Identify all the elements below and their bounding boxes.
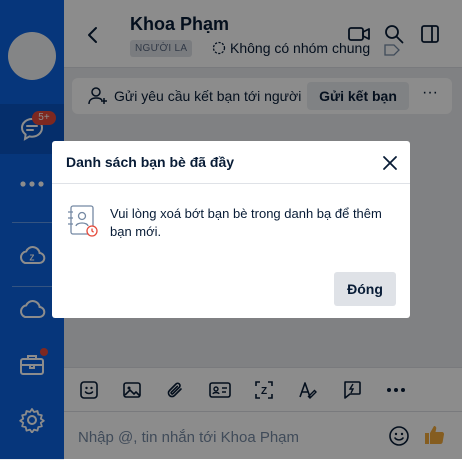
dialog-title: Danh sách bạn bè đã đầy xyxy=(66,154,235,170)
friend-list-full-dialog: Danh sách bạn bè đã đầy Vui lòng xoá bớt… xyxy=(52,141,410,318)
close-button[interactable]: Đóng xyxy=(334,272,396,306)
dialog-message: Vui lòng xoá bớt bạn bè trong danh bạ để… xyxy=(110,206,382,239)
dialog-divider xyxy=(52,183,410,184)
contact-book-icon xyxy=(65,204,99,238)
close-icon[interactable] xyxy=(380,153,400,173)
